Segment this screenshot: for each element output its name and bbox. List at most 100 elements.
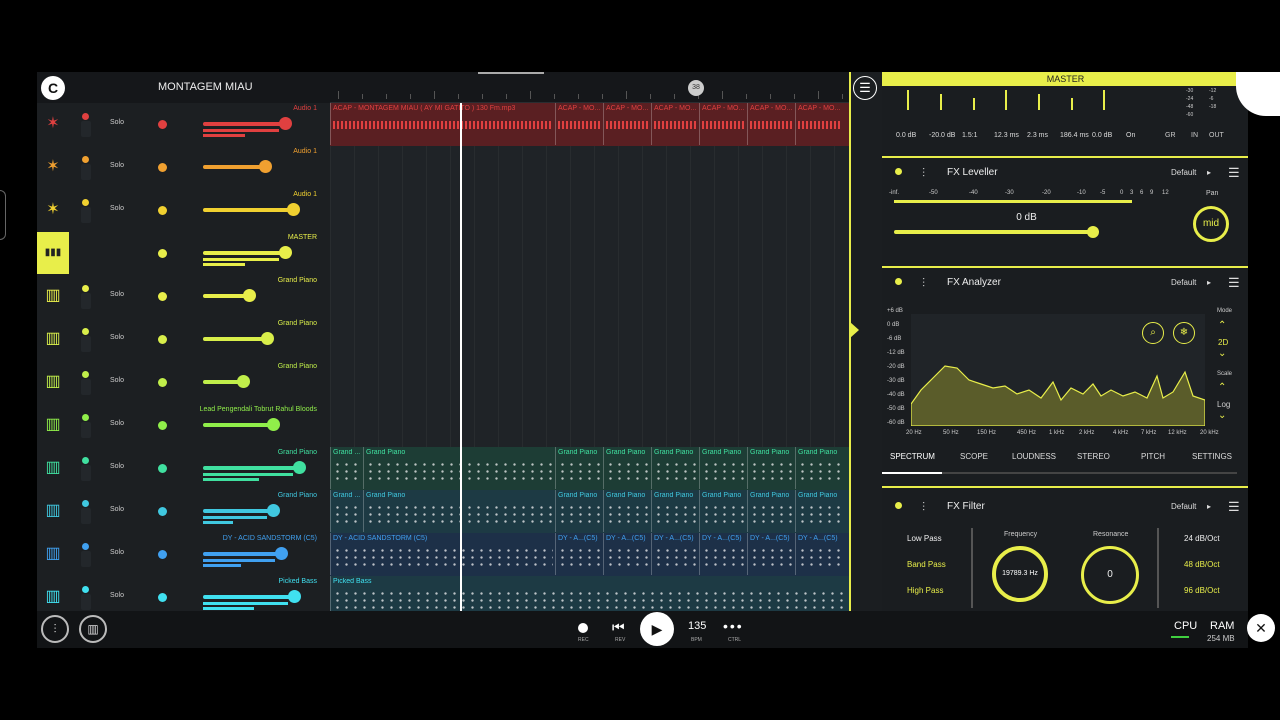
track-lane[interactable] <box>330 275 849 318</box>
solo-button[interactable]: Solo <box>110 162 124 169</box>
slope-option[interactable]: 48 dB/Oct <box>1184 560 1220 569</box>
analyzer-tab[interactable]: PITCH <box>1141 452 1165 461</box>
filter-type-option[interactable]: High Pass <box>907 586 943 595</box>
master-slider[interactable] <box>1071 98 1077 110</box>
analyzer-tab[interactable]: SETTINGS <box>1192 452 1232 461</box>
pan-knob[interactable]: mid <box>1193 206 1229 242</box>
clip[interactable]: Grand ... <box>330 447 363 489</box>
clip[interactable]: Grand Piano <box>699 447 747 489</box>
analyzer-tab[interactable]: LOUDNESS <box>1012 452 1056 461</box>
track-row[interactable]: ✶ Solo Audio 1 <box>37 189 849 232</box>
solo-button[interactable]: Solo <box>110 592 124 599</box>
track-active-dot[interactable] <box>158 335 167 344</box>
track-row[interactable]: ▥ Solo Grand Piano <box>37 275 849 318</box>
track-lane[interactable] <box>330 189 849 232</box>
track-arm-dot[interactable] <box>82 543 89 550</box>
track-lane[interactable] <box>330 146 849 189</box>
play-button[interactable]: ▶ <box>640 612 674 646</box>
close-icon[interactable]: ✕ <box>1247 614 1275 642</box>
track-mute-button[interactable] <box>81 465 91 481</box>
instrument-view-icon[interactable]: ▥ <box>79 615 107 643</box>
track-row[interactable]: ▥ Solo Grand Piano <box>37 361 849 404</box>
piano-icon[interactable]: ▥ <box>43 284 63 308</box>
track-fader[interactable] <box>203 337 267 341</box>
track-fader[interactable] <box>203 208 293 212</box>
playhead-line[interactable] <box>460 103 462 611</box>
piano-icon[interactable]: ▥ <box>43 585 63 609</box>
leveller-slider[interactable] <box>894 230 1092 234</box>
clip[interactable]: Grand Piano <box>747 447 795 489</box>
track-fader-knob[interactable] <box>279 117 292 130</box>
clip[interactable]: DY - ACID SANDSTORM (C5) <box>330 533 555 575</box>
track-row[interactable]: ✶ Solo Audio 1 <box>37 146 849 189</box>
mode-down-icon[interactable]: ⌄ <box>1218 348 1226 359</box>
track-arm-dot[interactable] <box>82 414 89 421</box>
zoom-icon[interactable]: ⌕ <box>1142 322 1164 344</box>
analyzer-tab[interactable]: STEREO <box>1077 452 1110 461</box>
track-mute-button[interactable] <box>81 121 91 137</box>
track-active-dot[interactable] <box>158 206 167 215</box>
master-slider[interactable] <box>1005 90 1011 110</box>
scale-up-icon[interactable]: ⌃ <box>1218 382 1226 393</box>
rewind-icon[interactable]: ⏮ <box>612 619 625 636</box>
analyzer-tab[interactable]: SPECTRUM <box>890 452 935 461</box>
master-slider[interactable] <box>1103 90 1109 110</box>
panel-collapse-arrow[interactable] <box>850 322 859 338</box>
solo-button[interactable]: Solo <box>110 506 124 513</box>
waveform-icon[interactable]: ✶ <box>43 155 63 179</box>
scale-down-icon[interactable]: ⌄ <box>1218 410 1226 421</box>
freq-knob[interactable]: 19789.3 Hz <box>992 546 1048 602</box>
mode-up-icon[interactable]: ⌃ <box>1218 320 1226 331</box>
track-row[interactable]: ✶ Solo Audio 1 ACAP - MONTAGEM MIAU ( AY MI… <box>37 103 849 146</box>
track-fader-knob[interactable] <box>267 418 280 431</box>
timeline-ruler[interactable] <box>330 72 849 103</box>
track-arm-dot[interactable] <box>82 586 89 593</box>
track-active-dot[interactable] <box>158 593 167 602</box>
track-fader-knob[interactable] <box>261 332 274 345</box>
waveform-icon[interactable]: ✶ <box>43 198 63 222</box>
leveller-slider-knob[interactable] <box>1087 226 1099 238</box>
track-lane[interactable]: Grand ... Grand Piano Grand Piano Grand Pia… <box>330 447 849 490</box>
track-lane[interactable] <box>330 318 849 361</box>
track-row[interactable]: ▥ Solo Grand Piano <box>37 318 849 361</box>
clip[interactable]: DY - A...(C5) <box>555 533 603 575</box>
clip[interactable]: ACAP - MO... <box>747 103 795 145</box>
slope-option[interactable]: 24 dB/Oct <box>1184 534 1220 543</box>
track-fader[interactable] <box>203 509 273 513</box>
track-fader[interactable] <box>203 595 294 599</box>
bpm-value[interactable]: 135 <box>688 620 706 632</box>
track-active-dot[interactable] <box>158 464 167 473</box>
freeze-icon[interactable]: ❄ <box>1173 322 1195 344</box>
leveller-preset[interactable]: Default <box>1171 168 1196 177</box>
track-mute-button[interactable] <box>81 594 91 610</box>
playhead-knob[interactable]: 38 <box>688 80 704 96</box>
preset-arrow-icon[interactable]: ▸ <box>1207 502 1211 511</box>
solo-button[interactable]: Solo <box>110 119 124 126</box>
track-mute-button[interactable] <box>81 336 91 352</box>
filter-type-option[interactable]: Band Pass <box>907 560 946 569</box>
track-mute-button[interactable] <box>81 207 91 223</box>
mixer-icon[interactable]: ▮▮▮ <box>37 232 69 274</box>
master-slider[interactable] <box>907 90 913 110</box>
clip[interactable]: Grand Piano <box>747 490 795 532</box>
track-fader-knob[interactable] <box>288 590 301 603</box>
track-row[interactable]: ▥ Solo Grand Piano Grand ... Grand Piano Gran… <box>37 447 849 490</box>
piano-icon[interactable]: ▥ <box>43 370 63 394</box>
clip[interactable]: Grand Piano <box>651 447 699 489</box>
clip[interactable]: Grand ... <box>330 490 363 532</box>
track-mute-button[interactable] <box>81 551 91 567</box>
master-slider[interactable] <box>1038 94 1044 110</box>
filter-preset[interactable]: Default <box>1171 502 1196 511</box>
track-active-dot[interactable] <box>158 378 167 387</box>
track-active-dot[interactable] <box>158 249 167 258</box>
clip[interactable]: ACAP - MO... <box>603 103 651 145</box>
solo-button[interactable]: Solo <box>110 377 124 384</box>
track-fader[interactable] <box>203 466 299 470</box>
track-lane[interactable]: Grand ... Grand Piano Grand Piano Grand Pia… <box>330 490 849 533</box>
track-fader-knob[interactable] <box>279 246 292 259</box>
project-title[interactable]: MONTAGEM MIAU <box>158 81 253 93</box>
track-fader-knob[interactable] <box>237 375 250 388</box>
clip[interactable]: ACAP - MO... <box>651 103 699 145</box>
track-mute-button[interactable] <box>81 508 91 524</box>
filter-type-slider[interactable] <box>971 528 973 608</box>
